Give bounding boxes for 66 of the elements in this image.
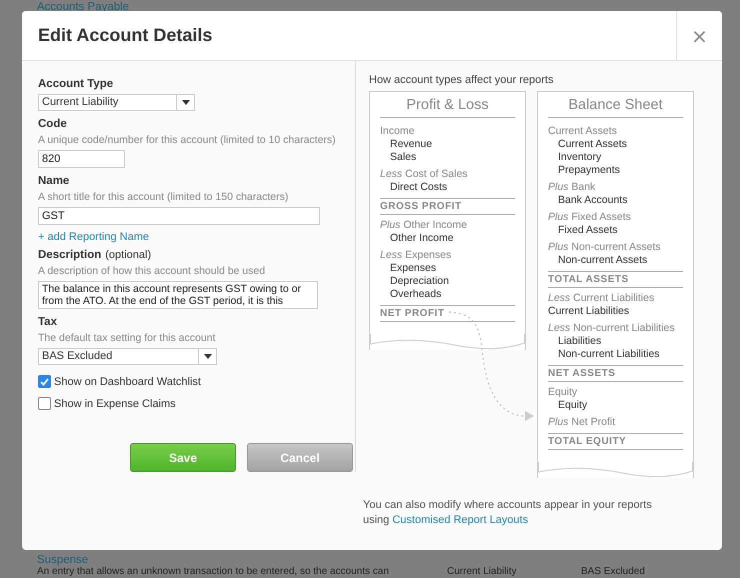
- report-account-line: Revenue: [389, 138, 434, 151]
- report-account-line: Fixed Assets: [557, 224, 619, 237]
- optional-note: (optional): [105, 249, 152, 261]
- report-group-heading: Less Non-current Liabilities: [548, 322, 676, 335]
- report-group-heading: Equity: [548, 386, 578, 399]
- report-account-line: Inventory: [557, 151, 602, 164]
- report-account-line: Other Income: [389, 232, 455, 245]
- account-type-dropdown[interactable]: Current Liability: [38, 94, 195, 111]
- customised-report-layouts-link[interactable]: Customised Report Layouts: [392, 514, 528, 526]
- code-input[interactable]: 820: [38, 150, 125, 168]
- checkbox-label[interactable]: Show in Expense Claims: [54, 398, 176, 410]
- report-group-heading: Plus Non-current Assets: [548, 241, 662, 254]
- report-account-line: Equity: [557, 399, 588, 412]
- checkbox[interactable]: [38, 375, 51, 388]
- add-reporting-name-link[interactable]: + add Reporting Name: [38, 231, 149, 243]
- report-account-line: Current Liabilities: [548, 305, 630, 318]
- report-account-line: Non-current Liabilities: [557, 348, 661, 361]
- report-group-heading: Less Current Liabilities: [548, 292, 656, 305]
- field-hint: The default tax setting for this account: [38, 331, 216, 345]
- field-hint: A short title for this account (limited to 150 characters): [38, 190, 288, 204]
- report-group-heading: Plus Other Income: [380, 219, 468, 232]
- report-account-line: Non-current Assets: [557, 254, 648, 267]
- report-account-line: Overheads: [389, 288, 442, 301]
- field-label: Account Type: [38, 77, 114, 91]
- field-label: Name: [38, 174, 70, 188]
- report-group-heading: Plus Net Profit: [548, 416, 616, 429]
- tax-rate-cell: BAS Excluded: [581, 566, 645, 578]
- report-account-line: Prepayments: [557, 164, 621, 177]
- report-title: Balance Sheet: [548, 97, 683, 118]
- checkbox[interactable]: [38, 397, 51, 410]
- report-total-line: TOTAL EQUITY: [548, 433, 683, 450]
- report-total-line: NET PROFIT: [380, 305, 515, 322]
- report-account-line: Depreciation: [389, 275, 450, 288]
- report-account-line: Bank Accounts: [557, 194, 628, 207]
- field-label: Description: [38, 248, 102, 262]
- report-total-line: NET ASSETS: [548, 365, 683, 382]
- field-hint: A description of how this account should be used: [38, 264, 266, 278]
- report-title: Profit & Loss: [380, 97, 515, 118]
- report-group-heading: Current Assets: [548, 125, 618, 138]
- description-textarea[interactable]: The balance in this account represents GST owing to or from the ATO. At the end of the GST period, it is this: [38, 281, 318, 309]
- name-input[interactable]: GST: [38, 207, 320, 225]
- checkbox-label[interactable]: Show on Dashboard Watchlist: [54, 376, 201, 388]
- report-group-heading: Plus Bank: [548, 181, 596, 194]
- close-button[interactable]: ×: [676, 11, 722, 60]
- report-group-heading: Less Expenses: [380, 249, 452, 262]
- account-type-cell-text: Current Liability: [447, 566, 518, 578]
- caret-icon: [204, 354, 212, 359]
- report-account-line: Current Assets: [557, 138, 628, 151]
- tax-dropdown[interactable]: BAS Excluded: [38, 348, 217, 365]
- reports-heading: How account types affect your reports: [369, 74, 554, 86]
- report-total-line: TOTAL ASSETS: [548, 271, 683, 288]
- report-account-line: Sales: [389, 151, 418, 164]
- field-label: Tax: [38, 315, 57, 329]
- report-account-line: Direct Costs: [389, 181, 448, 194]
- report-total-line: GROSS PROFIT: [380, 198, 515, 215]
- dialog-title: Edit Account Details: [37, 25, 214, 46]
- reports-footnote: You can also modify where accounts appear in your reports using Customised Report Layouts: [363, 498, 653, 528]
- report-group-heading: Plus Fixed Assets: [548, 211, 632, 224]
- report-account-line: Expenses: [389, 262, 438, 275]
- report-group-heading: Income: [380, 125, 416, 138]
- field-hint: A unique code/number for this account (limited to 10 characters): [38, 133, 336, 147]
- report-group-heading: Less Cost of Sales: [380, 168, 469, 181]
- account-description: An entry that allows an unknown transaction to be entered, so the accounts can: [37, 566, 390, 578]
- field-label: Code: [38, 117, 67, 131]
- report-account-line: Liabilities: [557, 335, 602, 348]
- caret-icon: [182, 100, 190, 105]
